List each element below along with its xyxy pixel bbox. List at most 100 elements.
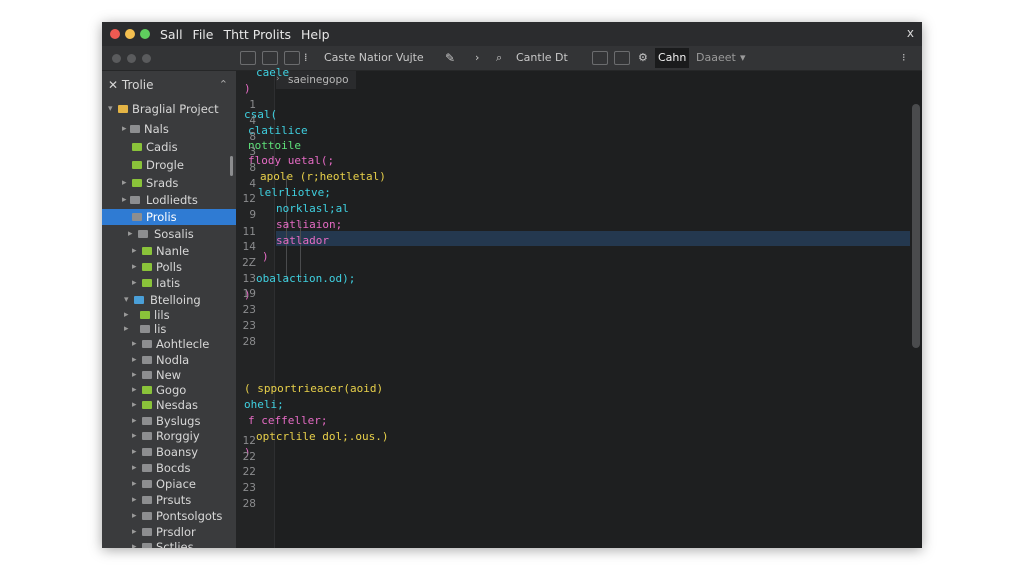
sidebar-item[interactable]: ▾ Btelloing xyxy=(102,292,236,308)
sidebar-item[interactable]: ▸ New xyxy=(102,367,236,383)
collapse-sidebar-icon[interactable]: ⌃ xyxy=(219,78,228,91)
close-window-button[interactable] xyxy=(110,29,120,39)
editor-scrollbar[interactable] xyxy=(912,104,920,348)
sidebar-item[interactable]: ▸ Sctlies xyxy=(102,539,236,548)
sidebar-item[interactable]: ▸ Prsuts xyxy=(102,492,236,508)
chevron-down-icon[interactable]: ▾ xyxy=(108,101,113,117)
chevron-right-icon[interactable]: ▸ xyxy=(132,275,137,291)
chevron-right-icon[interactable]: ▸ xyxy=(132,460,137,476)
sidebar-item[interactable]: ▸ Iatis xyxy=(102,275,236,291)
toolbar-overflow-icon[interactable]: ⁝ xyxy=(902,50,906,66)
sidebar-item[interactable]: ▸ Nodla xyxy=(102,352,236,368)
toolbar-search-label[interactable]: Caste Natior Vujte xyxy=(324,50,424,66)
sidebar-item[interactable]: ▸ Lodliedts xyxy=(102,192,236,208)
close-icon[interactable]: x xyxy=(907,26,914,40)
sidebar-item[interactable]: Drogle xyxy=(102,157,236,173)
chevron-right-icon[interactable]: ▸ xyxy=(132,397,137,413)
chevron-right-icon[interactable]: ▸ xyxy=(132,413,137,429)
chevron-right-icon[interactable]: ▸ xyxy=(132,476,137,492)
search-icon[interactable]: ⌕ xyxy=(496,50,502,66)
code-line[interactable]: oheli; xyxy=(244,397,284,412)
save-all-icon[interactable] xyxy=(284,51,300,65)
document-icon[interactable] xyxy=(614,51,630,65)
pencil-icon[interactable]: ✎ xyxy=(445,50,455,66)
sidebar-item[interactable]: ▸ Rorggiy xyxy=(102,428,236,444)
current-line-highlight xyxy=(276,231,910,246)
sidebar-item[interactable]: Cadis xyxy=(102,139,236,155)
sidebar-item[interactable]: ▸ Nals xyxy=(102,121,236,137)
code-line[interactable]: lelrliotve; xyxy=(258,185,331,200)
menu-item-sall[interactable]: Sall xyxy=(160,27,183,42)
tab-active[interactable]: Cahn xyxy=(655,48,690,68)
chevron-right-icon[interactable]: ▸ xyxy=(122,192,127,208)
code-line[interactable]: satlador xyxy=(276,233,329,248)
code-line[interactable]: satliaion; xyxy=(276,217,342,232)
sidebar-item[interactable]: ▸ Gogo xyxy=(102,382,236,398)
chevron-right-icon[interactable]: ▸ xyxy=(128,226,133,242)
settings-icon[interactable]: ⚙ xyxy=(638,50,648,66)
bookmark-icon[interactable] xyxy=(592,51,608,65)
sidebar-item[interactable]: ▸ Pontsolgots xyxy=(102,508,236,524)
sidebar-item[interactable]: ▸ Prsdlor xyxy=(102,524,236,540)
folder-icon xyxy=(142,279,152,287)
code-line[interactable]: caele xyxy=(256,65,289,80)
chevron-right-icon[interactable]: ▸ xyxy=(132,444,137,460)
menu-item-projects[interactable]: Thtt Prolits xyxy=(223,27,291,42)
minimize-window-button[interactable] xyxy=(125,29,135,39)
chevron-right-icon[interactable]: ▸ xyxy=(124,321,129,337)
code-line[interactable]: norklasl;al xyxy=(276,201,349,216)
sidebar-item[interactable]: ▸ Opiace xyxy=(102,476,236,492)
folder-icon xyxy=(142,528,152,536)
chevron-right-icon[interactable]: ▸ xyxy=(122,121,127,137)
save-icon[interactable] xyxy=(262,51,278,65)
code-line[interactable]: f ceffeller; xyxy=(248,413,327,428)
code-line[interactable]: optcrlile dol;.ous.) xyxy=(256,429,388,444)
chevron-right-icon[interactable]: ▸ xyxy=(132,524,137,540)
code-line[interactable]: apole (r;heotletal) xyxy=(260,169,386,184)
maximize-window-button[interactable] xyxy=(140,29,150,39)
code-editor[interactable]: › saeinegopo caele) csal(clatilice nottoil… xyxy=(236,66,922,548)
sidebar-item-label: New xyxy=(156,368,182,382)
chevron-right-icon[interactable]: ▸ xyxy=(132,243,137,259)
chevron-right-icon[interactable]: ▸ xyxy=(132,367,137,383)
chevron-right-icon[interactable]: ▸ xyxy=(132,492,137,508)
code-line[interactable]: ) xyxy=(244,81,251,96)
chevron-right-icon[interactable]: ▸ xyxy=(132,259,137,275)
menu-item-file[interactable]: File xyxy=(193,27,214,42)
sidebar-item[interactable]: ▸ Boansy xyxy=(102,444,236,460)
sidebar-item[interactable]: ▸ Aohtlecle xyxy=(102,336,236,352)
sidebar-item[interactable]: ▸ Byslugs xyxy=(102,413,236,429)
sidebar-item[interactable]: Prolis xyxy=(102,209,236,225)
new-file-icon[interactable] xyxy=(240,51,256,65)
code-line[interactable]: ( spportrieacer(aoid) xyxy=(244,381,383,396)
chevron-right-icon[interactable]: ▸ xyxy=(132,336,137,352)
sidebar-scrollbar[interactable] xyxy=(230,156,233,176)
chevron-right-icon[interactable]: ▸ xyxy=(132,382,137,398)
chevron-right-icon[interactable]: ▸ xyxy=(122,175,127,191)
chevron-down-icon[interactable]: ▾ xyxy=(124,292,129,308)
sidebar-item[interactable]: ▾ Braglial Project xyxy=(102,101,236,117)
chevron-down-icon[interactable]: ▾ xyxy=(740,50,746,66)
chevron-right-icon[interactable]: ▸ xyxy=(132,508,137,524)
sidebar-item[interactable]: ▸ Sosalis xyxy=(102,226,236,242)
code-line[interactable]: flody uetal(; xyxy=(248,153,334,168)
folder-icon xyxy=(142,340,152,348)
find-label[interactable]: Cantle Dt xyxy=(516,50,568,66)
chevron-right-icon[interactable]: › xyxy=(475,50,479,66)
code-line[interactable]: clatilice xyxy=(248,123,308,138)
sidebar-item[interactable]: ▸ Nanle xyxy=(102,243,236,259)
code-line[interactable]: ) xyxy=(262,249,269,264)
editor-tab-label[interactable]: saeinegopo xyxy=(288,74,349,86)
dropdown-select[interactable]: Daaeet xyxy=(696,50,736,66)
sidebar-item[interactable]: ▸ Srads xyxy=(102,175,236,191)
code-line[interactable]: obalaction.od); xyxy=(256,271,355,286)
sidebar-item[interactable]: ▸ Bocds xyxy=(102,460,236,476)
sidebar-item[interactable]: ▸ Polls xyxy=(102,259,236,275)
chevron-right-icon[interactable]: ▸ xyxy=(132,428,137,444)
sidebar-item[interactable]: ▸ lis xyxy=(102,321,236,337)
chevron-right-icon[interactable]: ▸ xyxy=(132,352,137,368)
menu-item-help[interactable]: Help xyxy=(301,27,330,42)
folder-icon xyxy=(132,161,142,169)
chevron-right-icon[interactable]: ▸ xyxy=(132,539,137,548)
sidebar-item[interactable]: ▸ Nesdas xyxy=(102,397,236,413)
